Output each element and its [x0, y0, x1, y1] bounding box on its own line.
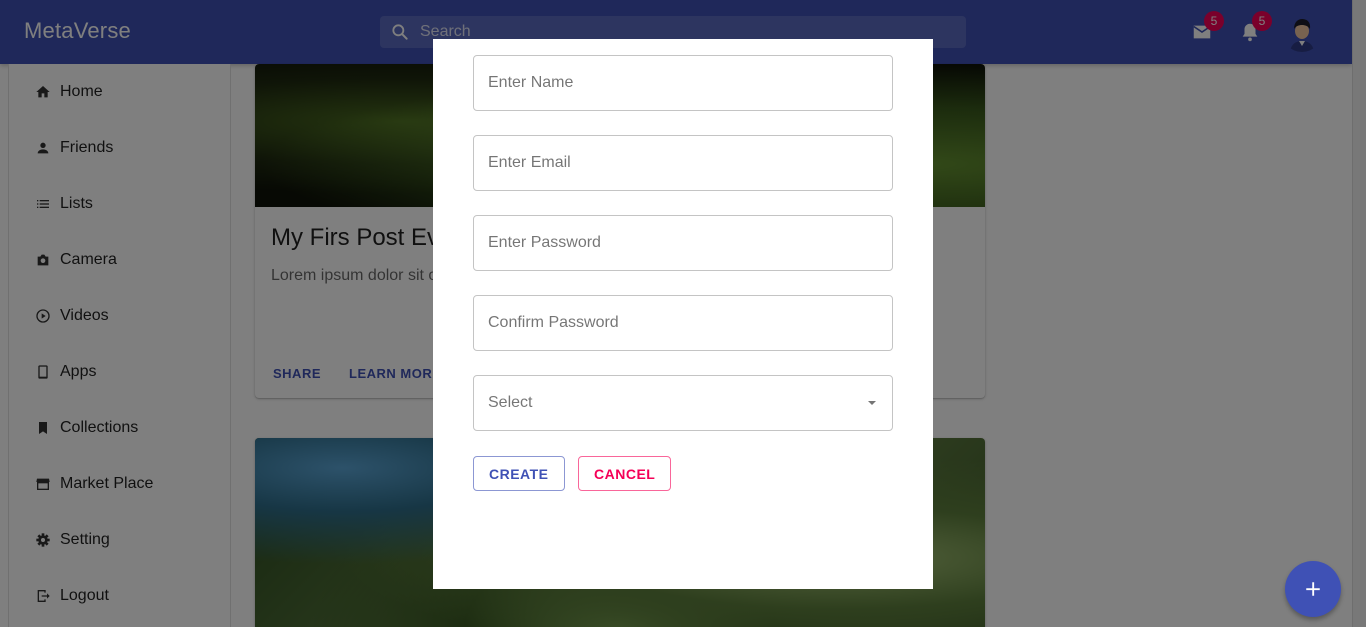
plus-icon	[1306, 582, 1320, 596]
create-user-dialog: Select CREATE CANCEL	[433, 39, 933, 589]
confirm-password-field[interactable]	[473, 295, 893, 351]
select-value: Select	[488, 394, 533, 411]
name-input[interactable]	[474, 56, 892, 110]
password-input[interactable]	[474, 216, 892, 270]
confirm-password-input[interactable]	[474, 296, 892, 350]
create-button[interactable]: CREATE	[473, 456, 565, 491]
dropdown-arrow-icon	[868, 401, 876, 405]
cancel-button[interactable]: CANCEL	[578, 456, 672, 491]
name-field[interactable]	[473, 55, 893, 111]
role-select[interactable]: Select	[473, 375, 893, 431]
email-field[interactable]	[473, 135, 893, 191]
add-button[interactable]	[1285, 561, 1341, 617]
password-field[interactable]	[473, 215, 893, 271]
email-input[interactable]	[474, 136, 892, 190]
